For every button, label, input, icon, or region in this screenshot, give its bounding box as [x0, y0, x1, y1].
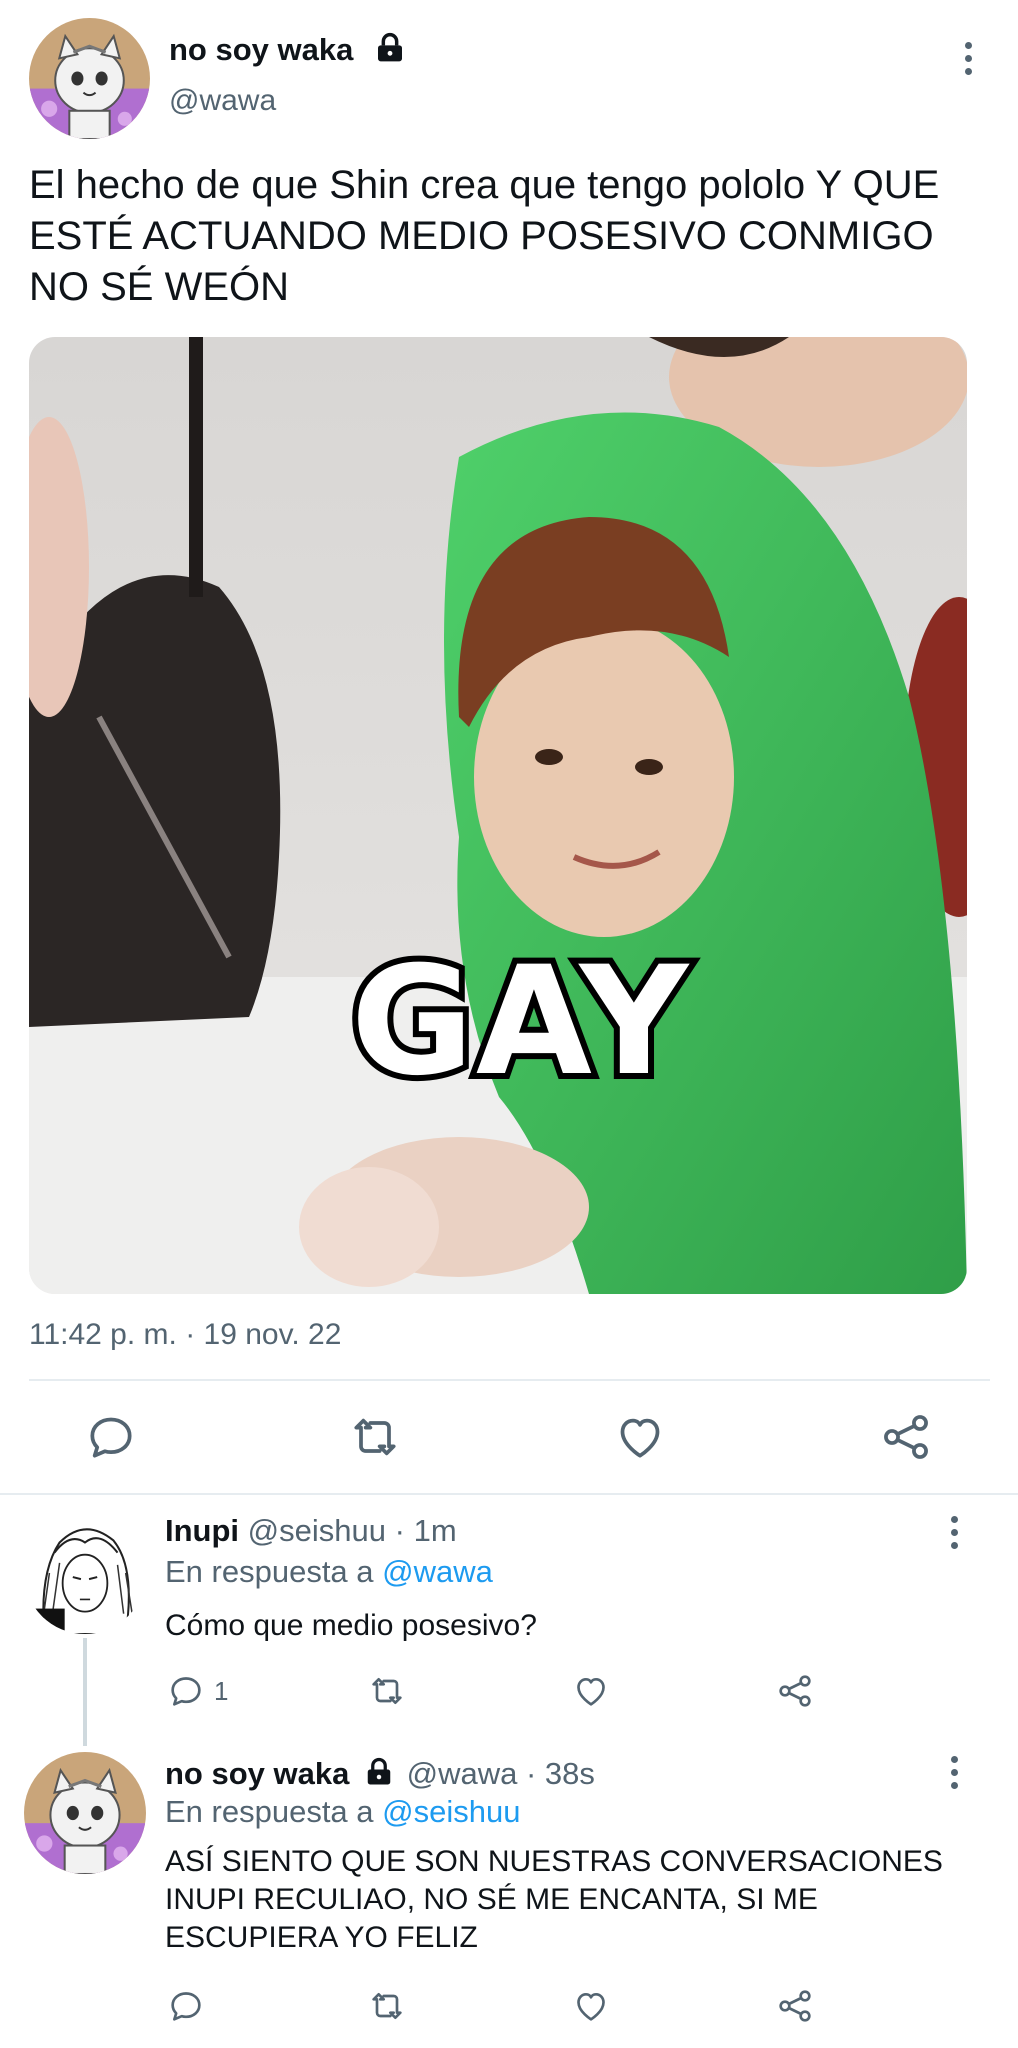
reply-to-mention[interactable]: @wawa [382, 1554, 493, 1589]
share-icon[interactable] [775, 1984, 815, 2028]
reply-to-line: En respuesta a @wawa [165, 1554, 493, 1590]
reply-author-avatar[interactable] [24, 1752, 146, 1874]
reply-text: Cómo que medio posesivo? [165, 1609, 537, 1642]
like-icon[interactable] [571, 1669, 611, 1713]
share-icon[interactable] [775, 1669, 815, 1713]
reply-icon[interactable] [166, 1984, 206, 2028]
reply-time[interactable]: 1m [414, 1513, 457, 1548]
share-icon[interactable] [878, 1409, 934, 1465]
lock-icon [374, 32, 406, 72]
main-author-name[interactable]: no soy waka [169, 32, 406, 72]
main-author-avatar[interactable] [29, 18, 150, 139]
divider [0, 1493, 1018, 1495]
reply-to-prefix: En respuesta a [165, 1794, 374, 1829]
reply-text: ASÍ SIENTO QUE SON NUESTRAS CONVERSACION… [165, 1845, 943, 1954]
divider [29, 1379, 990, 1381]
reply-to-prefix: En respuesta a [165, 1554, 374, 1589]
tweet-text: El hecho de que Shin crea que tengo polo… [29, 163, 940, 309]
reply-icon [171, 1677, 201, 1706]
reply-author-handle[interactable]: @wawa [407, 1756, 518, 1791]
main-author-handle[interactable]: @wawa [169, 84, 276, 118]
more-vertical-icon[interactable] [939, 1752, 969, 1792]
tweet-media-image[interactable]: GAY [29, 337, 967, 1294]
retweet-icon[interactable] [367, 1669, 407, 1713]
display-name: no soy waka [169, 32, 354, 68]
tweet-timestamp[interactable]: 11:42 p. m. · 19 nov. 22 [29, 1318, 341, 1352]
reply-author-name[interactable]: Inupi [165, 1513, 239, 1548]
like-icon[interactable] [612, 1409, 668, 1465]
reply-to-mention[interactable]: @seishuu [382, 1794, 520, 1829]
reply-header: no soy waka @wawa · 38s [165, 1756, 595, 1795]
reply-header: Inupi @seishuu · 1m [165, 1513, 457, 1549]
reply-to-line: En respuesta a @seishuu [165, 1794, 520, 1830]
reply-button[interactable]: 1 [166, 1669, 228, 1713]
reply-author-avatar[interactable] [24, 1512, 146, 1634]
separator: · [525, 1756, 537, 1791]
like-icon[interactable] [571, 1984, 611, 2028]
more-vertical-icon[interactable] [939, 1512, 969, 1552]
more-vertical-icon[interactable] [953, 38, 983, 78]
lock-icon [364, 1757, 394, 1795]
retweet-icon[interactable] [347, 1409, 403, 1465]
reply-count: 1 [214, 1675, 229, 1706]
reply-author-handle[interactable]: @seishuu [248, 1513, 386, 1548]
reply-time[interactable]: 38s [545, 1756, 595, 1791]
separator: · [394, 1513, 405, 1548]
retweet-icon[interactable] [367, 1984, 407, 2028]
media-caption: GAY [345, 929, 694, 1115]
reply-author-name[interactable]: no soy waka [165, 1756, 349, 1791]
thread-line [83, 1638, 87, 1746]
reply-icon[interactable] [83, 1409, 139, 1465]
